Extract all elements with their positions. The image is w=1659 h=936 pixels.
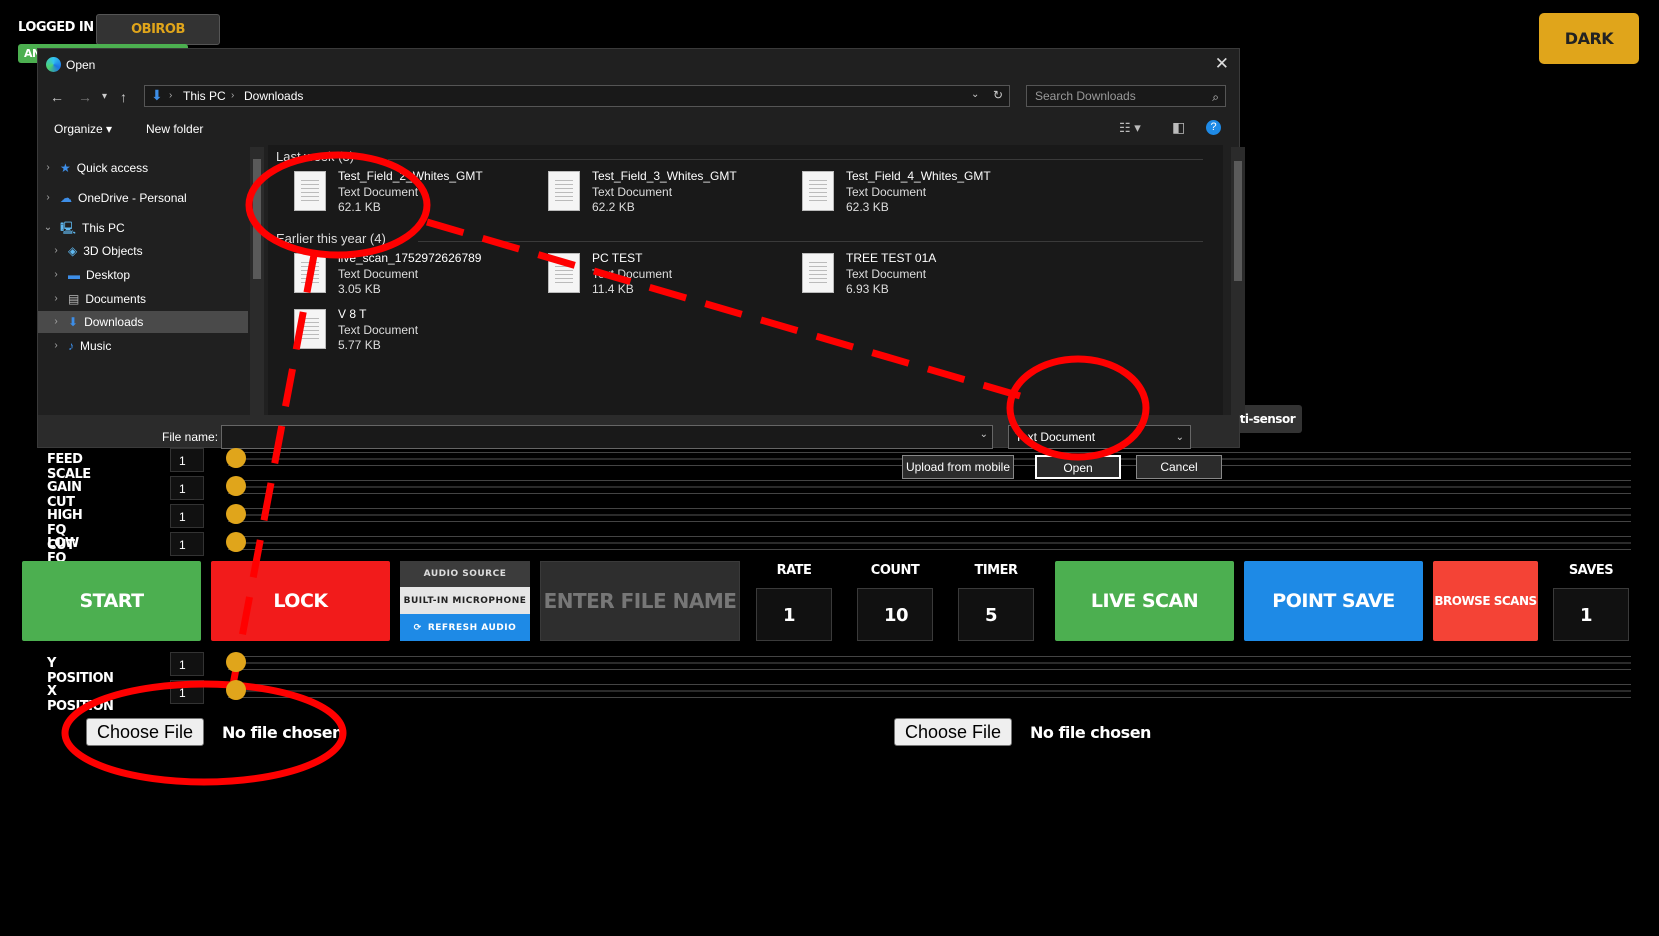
slider-thumb[interactable]	[226, 504, 246, 524]
annotation-circle-file	[245, 151, 431, 259]
annotation-overlay	[61, 151, 1150, 786]
annotation-dashed-line-to-choose-file	[228, 254, 318, 691]
slider-thumb[interactable]	[226, 532, 246, 552]
annotation-circle-open	[1006, 355, 1150, 461]
slider-thumb[interactable]	[226, 680, 246, 700]
slider-thumb[interactable]	[226, 448, 246, 468]
annotation-dashed-line-to-open	[426, 218, 1028, 402]
annotation-circle-choose-file	[61, 680, 347, 786]
slider-thumb[interactable]	[226, 476, 246, 496]
slider-thumb[interactable]	[226, 652, 246, 672]
